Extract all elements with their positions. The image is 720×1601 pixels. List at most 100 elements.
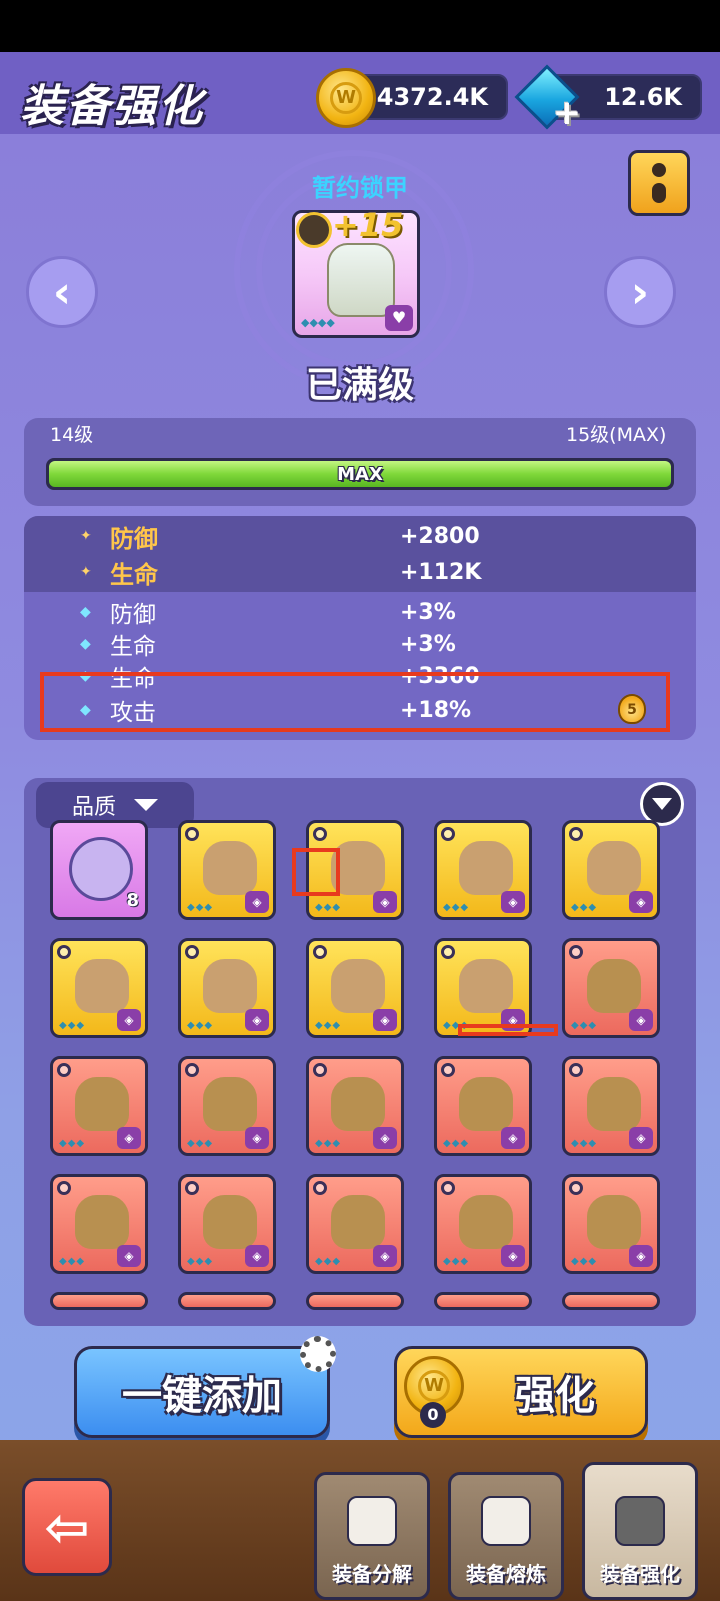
equipment-slot[interactable]: ◆◆◆ ◈ bbox=[50, 1056, 148, 1156]
magnify-icon bbox=[57, 1063, 71, 1077]
rarity-pips: ◆◆◆ bbox=[571, 1020, 598, 1031]
rarity-pips: ◆◆◆ bbox=[443, 902, 470, 913]
equipment-slot[interactable]: ◆◆◆ ◈ bbox=[434, 1056, 532, 1156]
equipment-slot[interactable]: ◆◆◆ ◈ bbox=[178, 820, 276, 920]
stat-row: ◆ 防御 +3% bbox=[80, 596, 680, 629]
equipment-slot[interactable]: ◆◆◆ ◈ bbox=[434, 938, 532, 1038]
equipment-image bbox=[75, 959, 129, 1013]
anvil-icon bbox=[615, 1496, 665, 1546]
equipment-type-icon: ◈ bbox=[117, 1127, 141, 1149]
equipment-slot[interactable] bbox=[306, 1292, 404, 1310]
chevron-down-icon bbox=[134, 799, 159, 811]
magnify-icon bbox=[185, 1181, 199, 1195]
equipment-slot[interactable]: ◆◆◆ ◈ bbox=[178, 1056, 276, 1156]
enhance-stone-icon bbox=[69, 837, 133, 901]
equipment-slot[interactable] bbox=[434, 1292, 532, 1310]
max-level-status: 已满级 bbox=[305, 365, 414, 406]
rarity-pips: ◆◆◆ bbox=[315, 902, 342, 913]
max-level: 15级(MAX) bbox=[566, 424, 667, 446]
equipment-slot[interactable] bbox=[50, 1292, 148, 1310]
stat-row: ✦ 生命 +112K bbox=[80, 556, 680, 589]
equipment-type-icon: ◈ bbox=[629, 891, 653, 913]
enhance-cost: 0 bbox=[420, 1402, 446, 1428]
auto-add-button[interactable]: 一键添加 bbox=[74, 1346, 330, 1438]
equipment-image bbox=[587, 959, 641, 1013]
tab-equipment-enhance[interactable]: 装备强化 bbox=[582, 1462, 698, 1600]
stat-value: +2800 bbox=[400, 523, 480, 549]
magnify-icon bbox=[185, 827, 199, 841]
info-icon bbox=[652, 163, 666, 177]
equipment-slot[interactable]: ◆◆◆ ◈ bbox=[562, 1174, 660, 1274]
current-level: 14级 bbox=[50, 424, 94, 446]
magnify-icon bbox=[569, 945, 583, 959]
equipment-type-icon: ◈ bbox=[501, 1245, 525, 1267]
magnify-icon bbox=[185, 945, 199, 959]
magnify-icon bbox=[569, 1181, 583, 1195]
equipment-image bbox=[203, 841, 257, 895]
add-gems-button[interactable]: + bbox=[552, 96, 582, 130]
equipment-slot[interactable]: ◆◆◆ ◈ bbox=[434, 820, 532, 920]
stat-name: 防御 bbox=[110, 602, 156, 628]
rarity-pips: ◆◆◆ bbox=[59, 1020, 86, 1031]
equipment-slot[interactable] bbox=[178, 1292, 276, 1310]
equipment-slot[interactable]: ◆◆◆ ◈ bbox=[434, 1174, 532, 1274]
prev-item-button[interactable]: ‹ bbox=[26, 256, 98, 328]
equipment-slot[interactable]: ◆◆◆ ◈ bbox=[50, 938, 148, 1038]
magnify-icon bbox=[185, 1063, 199, 1077]
rarity-pips: ◆◆◆ bbox=[315, 1256, 342, 1267]
back-arrow-icon: ⇦ bbox=[44, 1495, 90, 1559]
magnify-icon bbox=[441, 945, 455, 959]
equipment-slot[interactable]: ◆◆◆ ◈ bbox=[50, 1174, 148, 1274]
highlight-box-attack-stat bbox=[40, 672, 670, 732]
magnify-icon bbox=[441, 827, 455, 841]
equipment-type-icon: ◈ bbox=[629, 1009, 653, 1031]
recycle-icon bbox=[347, 1496, 397, 1546]
settings-gear-icon[interactable] bbox=[300, 1336, 336, 1372]
equipment-type-icon: ◈ bbox=[373, 891, 397, 913]
tab-label: 装备分解 bbox=[332, 1562, 412, 1586]
help-button[interactable] bbox=[628, 150, 690, 216]
rarity-pips: ◆◆◆ bbox=[315, 1020, 342, 1031]
equipment-image bbox=[331, 1195, 385, 1249]
progress-label: MAX bbox=[337, 463, 383, 485]
magnify-icon bbox=[441, 1181, 455, 1195]
equipment-type-icon: ◈ bbox=[629, 1127, 653, 1149]
rarity-pips: ◆◆◆ bbox=[59, 1256, 86, 1267]
rarity-pips: ◆◆◆ bbox=[443, 1138, 470, 1149]
magnify-icon bbox=[569, 827, 583, 841]
equipment-slot[interactable]: ◆◆◆ ◈ bbox=[178, 938, 276, 1038]
equipment-slot[interactable]: ◆◆◆ ◈ bbox=[178, 1174, 276, 1274]
rarity-pips: ◆◆◆◆ bbox=[301, 316, 335, 329]
highlight-underline-item bbox=[458, 1024, 558, 1036]
stat-value: +112K bbox=[400, 559, 482, 585]
tab-equipment-smelt[interactable]: 装备熔炼 bbox=[448, 1472, 564, 1600]
equipment-slot[interactable]: ◆◆◆ ◈ bbox=[306, 938, 404, 1038]
equipment-slot[interactable]: ◆◆◆ ◈ bbox=[562, 820, 660, 920]
equipment-image bbox=[459, 841, 513, 895]
tab-equipment-decompose[interactable]: 装备分解 bbox=[314, 1472, 430, 1600]
status-bar bbox=[0, 0, 720, 52]
equipment-slot[interactable]: ◆◆◆ ◈ bbox=[306, 1174, 404, 1274]
equipment-image bbox=[203, 1195, 257, 1249]
coin-icon: W bbox=[316, 68, 376, 128]
equipment-image bbox=[587, 1195, 641, 1249]
next-item-button[interactable]: › bbox=[604, 256, 676, 328]
tab-label: 装备熔炼 bbox=[466, 1562, 546, 1586]
material-slot[interactable]: 8 bbox=[50, 820, 148, 920]
health-type-icon: ♥ bbox=[385, 305, 413, 331]
magnify-icon bbox=[57, 945, 71, 959]
star-icon: ✦ bbox=[80, 528, 92, 544]
rarity-pips: ◆◆◆ bbox=[187, 1138, 214, 1149]
equipment-image bbox=[203, 959, 257, 1013]
chevron-right-icon: › bbox=[630, 266, 650, 318]
equipment-image bbox=[331, 959, 385, 1013]
back-button[interactable]: ⇦ bbox=[22, 1478, 112, 1576]
equipment-slot[interactable]: ◆◆◆ ◈ bbox=[562, 1056, 660, 1156]
magnify-icon bbox=[313, 945, 327, 959]
equipment-slot[interactable]: ◆◆◆ ◈ bbox=[562, 938, 660, 1038]
highlight-box-item bbox=[292, 848, 340, 896]
equipment-slot[interactable] bbox=[562, 1292, 660, 1310]
equipment-type-icon: ◈ bbox=[501, 1127, 525, 1149]
equipment-slot[interactable]: ◆◆◆ ◈ bbox=[306, 1056, 404, 1156]
magnify-icon bbox=[313, 827, 327, 841]
